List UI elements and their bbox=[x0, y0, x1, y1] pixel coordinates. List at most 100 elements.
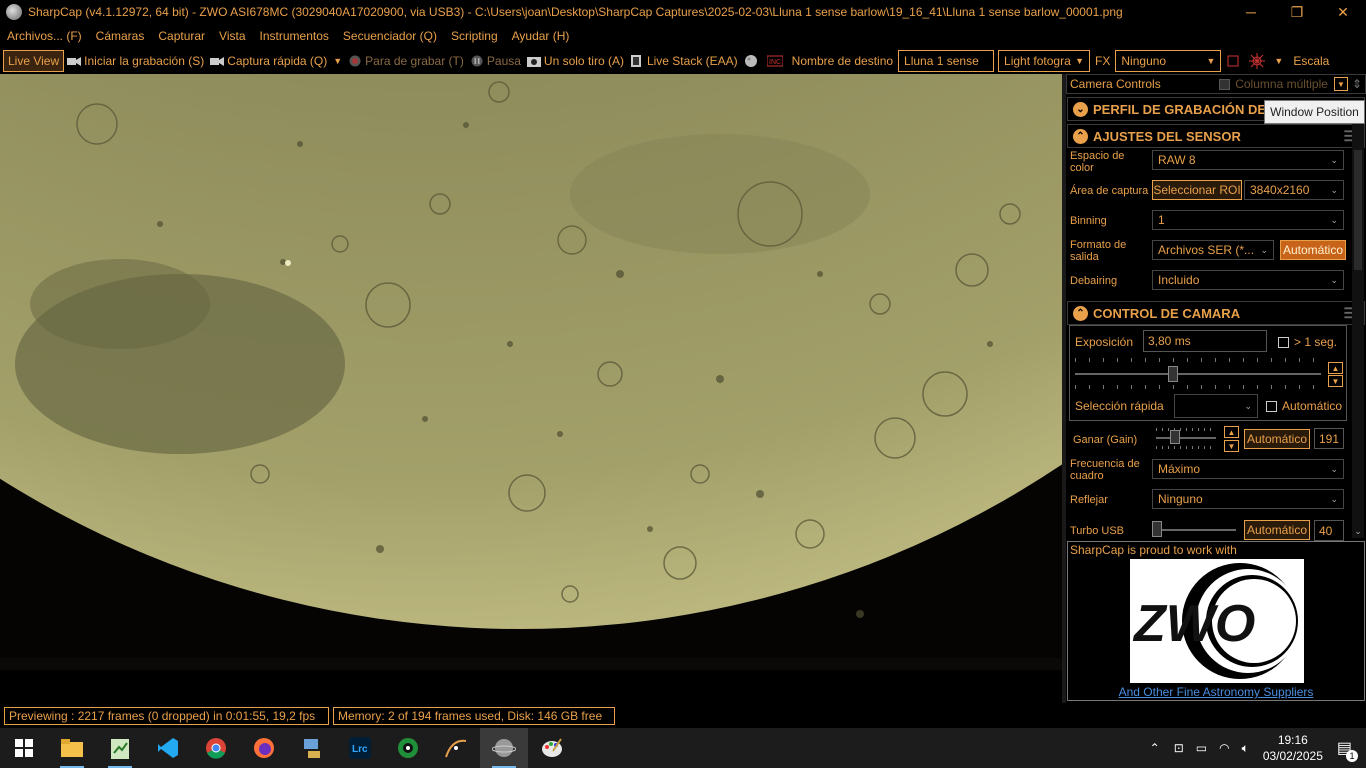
zwo-logo[interactable]: ZWO bbox=[1130, 559, 1304, 683]
multi-column-checkbox[interactable] bbox=[1219, 78, 1231, 90]
live-stack-button[interactable]: Live Stack (EAA) bbox=[627, 50, 741, 72]
menu-capture[interactable]: Capturar bbox=[151, 29, 212, 43]
volume-icon[interactable]: 🔈︎ bbox=[1242, 741, 1249, 756]
start-button[interactable] bbox=[0, 728, 48, 768]
reticle-button[interactable]: ▼ bbox=[1246, 50, 1286, 72]
usb-input[interactable]: 40 bbox=[1314, 520, 1344, 541]
output-format-select[interactable]: Archivos SER (*... ⌄ bbox=[1152, 240, 1274, 260]
menu-view[interactable]: Vista bbox=[212, 29, 252, 43]
menu-tools[interactable]: Instrumentos bbox=[253, 29, 336, 43]
frame-type-select[interactable]: Light fotogra ▼ bbox=[998, 49, 1091, 72]
scale-label[interactable]: Escala bbox=[1290, 50, 1332, 72]
taskbar-lightroom[interactable]: Lrc bbox=[336, 728, 384, 768]
fx-select[interactable]: Ninguno ▼ bbox=[1115, 49, 1222, 72]
usb-auto-button[interactable]: Automático bbox=[1244, 520, 1310, 540]
multi-column-toggle[interactable]: Columna múltiple ▼ ⇕ bbox=[1219, 77, 1365, 91]
frame-rate-select[interactable]: Máximo ⌄ bbox=[1152, 459, 1344, 479]
gain-auto-button[interactable]: Automático bbox=[1244, 429, 1310, 449]
taskbar-firefox[interactable] bbox=[240, 728, 288, 768]
planet-button[interactable] bbox=[741, 50, 764, 72]
battery-icon[interactable]: ▭ bbox=[1196, 741, 1207, 755]
stop-capture-button[interactable]: Para de grabar (T) bbox=[345, 50, 467, 72]
roi-select-button[interactable] bbox=[1223, 50, 1246, 72]
taskbar-vscode[interactable] bbox=[144, 728, 192, 768]
sensor-settings-section[interactable]: ⌃ AJUSTES DEL SENSOR ☰ bbox=[1067, 124, 1365, 148]
start-capture-button[interactable]: Iniciar la grabación (S) bbox=[64, 50, 207, 72]
quick-capture-button[interactable]: Captura rápida (Q) ▼ bbox=[207, 50, 345, 72]
minimize-button[interactable]: ─ bbox=[1228, 0, 1274, 24]
notifications-button[interactable]: ▤ 1 bbox=[1337, 738, 1358, 762]
exposure-up-button[interactable]: ▲ bbox=[1328, 362, 1343, 374]
menu-cameras[interactable]: Cámaras bbox=[89, 29, 152, 43]
scrollbar-thumb[interactable] bbox=[1354, 150, 1362, 270]
exposure-slider-track[interactable] bbox=[1075, 373, 1321, 375]
taskbar-chrome[interactable] bbox=[192, 728, 240, 768]
output-auto-button[interactable]: Automático bbox=[1280, 240, 1346, 260]
taskbar-network-app[interactable] bbox=[288, 728, 336, 768]
live-view-button[interactable]: Live View bbox=[3, 49, 65, 72]
gain-up-button[interactable]: ▲ bbox=[1224, 426, 1239, 438]
debayer-select[interactable]: Incluido ⌄ bbox=[1152, 270, 1344, 290]
gain-slider-track[interactable] bbox=[1156, 437, 1216, 439]
quick-auto-toggle[interactable]: Automático bbox=[1266, 400, 1342, 412]
menu-file[interactable]: Archivos... (F) bbox=[0, 29, 89, 43]
pin-icon[interactable]: ⇕ bbox=[1352, 77, 1362, 91]
system-clock[interactable]: 19:16 03/02/2025 bbox=[1263, 732, 1323, 764]
resolution-select[interactable]: 3840x2160 ⌄ bbox=[1244, 180, 1344, 200]
chevron-down-icon: ▼ bbox=[1075, 55, 1085, 66]
close-button[interactable]: ✕ bbox=[1320, 0, 1366, 24]
scroll-down-arrow[interactable]: ⌄ bbox=[1352, 526, 1364, 538]
chevron-down-icon[interactable]: ▼ bbox=[1274, 56, 1283, 66]
usb-slider-track[interactable] bbox=[1152, 529, 1236, 531]
gain-down-button[interactable]: ▼ bbox=[1224, 440, 1239, 452]
flip-label: Reflejar bbox=[1070, 494, 1108, 506]
quick-auto-checkbox[interactable] bbox=[1266, 400, 1277, 412]
camera-icon bbox=[526, 56, 541, 67]
suppliers-link[interactable]: And Other Fine Astronomy Suppliers bbox=[1068, 685, 1364, 699]
select-roi-button[interactable]: Seleccionar ROI bbox=[1152, 180, 1242, 200]
chevron-down-icon: ⌄ bbox=[1330, 154, 1338, 165]
panel-scrollbar[interactable]: ⌄ bbox=[1352, 120, 1364, 538]
menu-help[interactable]: Ayudar (H) bbox=[505, 29, 577, 43]
binning-select[interactable]: 1 ⌄ bbox=[1152, 210, 1344, 230]
taskbar-notepad[interactable] bbox=[96, 728, 144, 768]
single-shot-button[interactable]: Un solo tiro (A) bbox=[524, 50, 627, 72]
windows-taskbar: Lrc ⌃ ⊡ ▭ ◠ 🔈︎ 19:16 03/02/2025 ▤ 1 bbox=[0, 728, 1366, 768]
taskbar-paint[interactable] bbox=[528, 728, 576, 768]
exposure-label: Exposición bbox=[1075, 335, 1134, 349]
target-name-input[interactable]: Lluna 1 sense bbox=[898, 49, 995, 72]
chevron-down-icon: ⌄ bbox=[1330, 463, 1338, 474]
taskbar-file-explorer[interactable] bbox=[48, 728, 96, 768]
camera-control-section[interactable]: ⌃ CONTROL DE CAMARA ☰ bbox=[1067, 301, 1365, 325]
quick-select-dropdown[interactable]: ⌄ bbox=[1174, 394, 1258, 418]
recording-settings-button[interactable]: INC bbox=[764, 50, 789, 72]
device-icon[interactable]: ⊡ bbox=[1174, 741, 1184, 755]
panel-menu-button[interactable]: ▼ bbox=[1333, 77, 1348, 91]
quick-select-label: Selección rápida bbox=[1075, 399, 1164, 413]
taskbar-sharpcap[interactable] bbox=[480, 728, 528, 768]
image-viewer[interactable] bbox=[0, 74, 1062, 670]
output-format-value: Archivos SER (*... bbox=[1158, 243, 1255, 257]
wifi-icon[interactable]: ◠ bbox=[1219, 741, 1229, 755]
maximize-button[interactable]: ❐ bbox=[1274, 0, 1320, 24]
chevron-up-icon[interactable]: ⌃ bbox=[1150, 741, 1160, 755]
usb-slider-thumb[interactable] bbox=[1152, 521, 1162, 537]
exposure-down-button[interactable]: ▼ bbox=[1328, 375, 1343, 387]
debayer-label: Debairing bbox=[1070, 275, 1118, 287]
exposure-long-checkbox[interactable] bbox=[1278, 336, 1289, 348]
chevron-down-icon: ⌄ bbox=[1244, 400, 1252, 411]
gain-input[interactable]: 191 bbox=[1314, 428, 1344, 449]
flip-select[interactable]: Ninguno ⌄ bbox=[1152, 489, 1344, 509]
exposure-long-toggle[interactable]: > 1 seg. bbox=[1278, 336, 1337, 348]
gain-slider-thumb[interactable] bbox=[1170, 430, 1180, 444]
taskbar-sharpcap-helper[interactable] bbox=[384, 728, 432, 768]
exposure-input[interactable]: 3,80 ms bbox=[1143, 330, 1267, 352]
pause-button[interactable]: Pausa bbox=[467, 50, 524, 72]
color-space-select[interactable]: RAW 8 ⌄ bbox=[1152, 150, 1344, 170]
menu-sequencer[interactable]: Secuenciador (Q) bbox=[336, 29, 444, 43]
menu-scripting[interactable]: Scripting bbox=[444, 29, 505, 43]
exposure-slider-thumb[interactable] bbox=[1168, 366, 1178, 382]
chevron-down-icon[interactable]: ▼ bbox=[333, 56, 342, 66]
lightroom-icon: Lrc bbox=[349, 737, 371, 759]
taskbar-stellarium[interactable] bbox=[432, 728, 480, 768]
